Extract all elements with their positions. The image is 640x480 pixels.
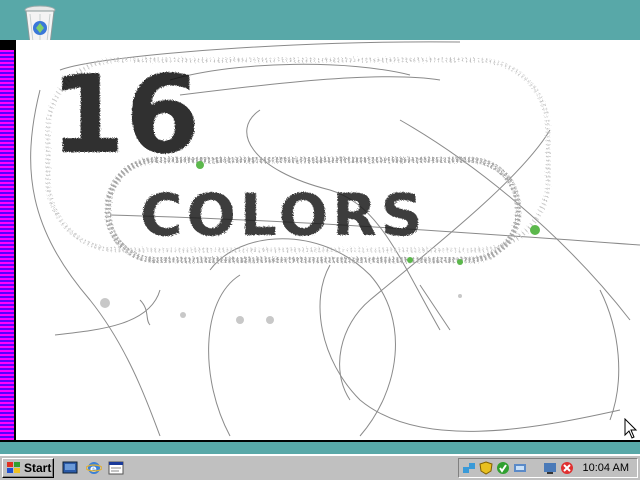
drawing-number: 16 (50, 53, 200, 178)
show-desktop-icon[interactable] (62, 460, 78, 476)
window-corner (0, 40, 14, 50)
start-label: Start (24, 461, 52, 475)
shield-icon[interactable] (479, 461, 493, 475)
internet-explorer-icon[interactable]: e (86, 460, 102, 476)
system-tray: 10:04 AM (458, 458, 638, 478)
update-icon[interactable] (560, 461, 574, 475)
window-edge (0, 40, 16, 440)
clock[interactable]: 10:04 AM (583, 462, 629, 474)
network-icon[interactable] (462, 461, 476, 475)
paint-window: 16 COLORS (0, 40, 640, 442)
mouse-cursor-icon (624, 418, 638, 439)
windows-logo-icon (7, 462, 20, 473)
drawing-word: COLORS (140, 181, 427, 249)
drawing-canvas[interactable]: 16 COLORS (16, 40, 640, 440)
volume-icon[interactable] (543, 461, 557, 475)
network-connection-icon[interactable] (513, 461, 527, 475)
window-icon[interactable] (108, 460, 124, 476)
taskbar: Start e 10:04 AM (0, 454, 640, 480)
start-button[interactable]: Start (2, 458, 54, 478)
security-icon[interactable] (496, 461, 510, 475)
